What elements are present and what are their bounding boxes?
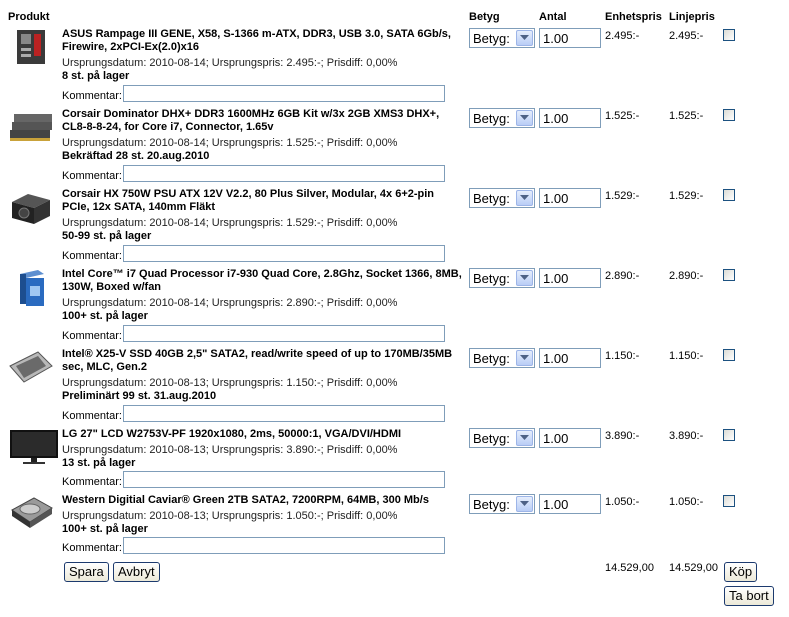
comment-label: Kommentar:: [62, 542, 122, 554]
product-name[interactable]: ASUS Rampage III GENE, X58, S-1366 m-ATX…: [62, 28, 462, 54]
comment-input[interactable]: [123, 245, 445, 262]
chevron-down-icon[interactable]: [516, 190, 533, 206]
comment-input[interactable]: [123, 165, 445, 182]
quantity-input[interactable]: [539, 108, 601, 128]
unit-price: 1.150:-: [605, 350, 640, 362]
rating-select[interactable]: Betyg:: [469, 428, 535, 448]
comment-label: Kommentar:: [62, 250, 122, 262]
comment-label: Kommentar:: [62, 476, 122, 488]
header-product: Produkt: [8, 11, 50, 23]
chevron-down-icon[interactable]: [516, 496, 533, 512]
product-name[interactable]: LG 27" LCD W2753V-PF 1920x1080, 2ms, 500…: [62, 428, 462, 441]
rating-select[interactable]: Betyg:: [469, 188, 535, 208]
ssd-thumbnail: [8, 348, 54, 388]
line-price: 2.890:-: [669, 270, 704, 282]
stock-status: 8 st. på lager: [62, 70, 130, 82]
product-meta: Ursprungsdatum: 2010-08-14; Ursprungspri…: [62, 217, 398, 229]
product-meta: Ursprungsdatum: 2010-08-14; Ursprungspri…: [62, 57, 398, 69]
product-meta: Ursprungsdatum: 2010-08-13; Ursprungspri…: [62, 377, 398, 389]
select-checkbox[interactable]: [723, 269, 735, 281]
chevron-down-icon[interactable]: [516, 350, 533, 366]
quantity-input[interactable]: [539, 188, 601, 208]
line-price: 1.050:-: [669, 496, 704, 508]
comment-input[interactable]: [123, 471, 445, 488]
product-name[interactable]: Corsair HX 750W PSU ATX 12V V2.2, 80 Plu…: [62, 188, 462, 214]
power-supply-thumbnail: [8, 188, 54, 228]
select-checkbox[interactable]: [723, 429, 735, 441]
select-checkbox[interactable]: [723, 349, 735, 361]
product-name[interactable]: Western Digitial Caviar® Green 2TB SATA2…: [62, 494, 462, 507]
total-line-price: 14.529,00: [669, 562, 718, 574]
line-price: 2.495:-: [669, 30, 704, 42]
stock-status: 50-99 st. på lager: [62, 230, 152, 242]
quantity-input[interactable]: [539, 428, 601, 448]
unit-price: 2.495:-: [605, 30, 640, 42]
header-rating: Betyg: [469, 11, 500, 23]
hard-drive-thumbnail: [8, 494, 54, 534]
select-checkbox[interactable]: [723, 189, 735, 201]
cancel-button[interactable]: Avbryt: [113, 562, 160, 582]
header-unit-price: Enhetspris: [605, 11, 662, 23]
quantity-input[interactable]: [539, 28, 601, 48]
product-name[interactable]: Corsair Dominator DHX+ DDR3 1600MHz 6GB …: [62, 108, 462, 134]
stock-status: 100+ st. på lager: [62, 523, 148, 535]
save-button[interactable]: Spara: [64, 562, 109, 582]
quantity-input[interactable]: [539, 348, 601, 368]
product-name[interactable]: Intel Core™ i7 Quad Processor i7-930 Qua…: [62, 268, 462, 294]
chevron-down-icon[interactable]: [516, 270, 533, 286]
unit-price: 3.890:-: [605, 430, 640, 442]
chevron-down-icon[interactable]: [516, 110, 533, 126]
unit-price: 1.050:-: [605, 496, 640, 508]
remove-button[interactable]: Ta bort: [724, 586, 774, 606]
motherboard-thumbnail: [8, 28, 54, 68]
rating-select[interactable]: Betyg:: [469, 494, 535, 514]
processor-box-thumbnail: [8, 268, 54, 308]
unit-price: 1.525:-: [605, 110, 640, 122]
monitor-thumbnail: [8, 428, 60, 468]
chevron-down-icon[interactable]: [516, 430, 533, 446]
unit-price: 1.529:-: [605, 190, 640, 202]
line-price: 1.525:-: [669, 110, 704, 122]
line-price: 1.150:-: [669, 350, 704, 362]
buy-button[interactable]: Köp: [724, 562, 758, 582]
rating-select[interactable]: Betyg:: [469, 108, 535, 128]
comment-label: Kommentar:: [62, 330, 122, 342]
quantity-input[interactable]: [539, 494, 601, 514]
product-meta: Ursprungsdatum: 2010-08-14; Ursprungspri…: [62, 297, 398, 309]
comment-label: Kommentar:: [62, 170, 122, 182]
rating-select[interactable]: Betyg:: [469, 28, 535, 48]
line-price: 3.890:-: [669, 430, 704, 442]
comment-input[interactable]: [123, 325, 445, 342]
stock-status: Preliminärt 99 st. 31.aug.2010: [62, 390, 217, 402]
product-meta: Ursprungsdatum: 2010-08-13; Ursprungspri…: [62, 510, 398, 522]
header-line-price: Linjepris: [669, 11, 715, 23]
header-quantity: Antal: [539, 11, 567, 23]
rating-select[interactable]: Betyg:: [469, 268, 535, 288]
quantity-input[interactable]: [539, 268, 601, 288]
memory-kit-thumbnail: [8, 108, 54, 148]
stock-status: Bekräftad 28 st. 20.aug.2010: [62, 150, 210, 162]
comment-label: Kommentar:: [62, 90, 122, 102]
stock-status: 13 st. på lager: [62, 457, 136, 469]
comment-input[interactable]: [123, 85, 445, 102]
product-meta: Ursprungsdatum: 2010-08-14; Ursprungspri…: [62, 137, 398, 149]
stock-status: 100+ st. på lager: [62, 310, 148, 322]
select-checkbox[interactable]: [723, 29, 735, 41]
comment-input[interactable]: [123, 537, 445, 554]
line-price: 1.529:-: [669, 190, 704, 202]
comment-input[interactable]: [123, 405, 445, 422]
unit-price: 2.890:-: [605, 270, 640, 282]
rating-select[interactable]: Betyg:: [469, 348, 535, 368]
select-checkbox[interactable]: [723, 495, 735, 507]
product-name[interactable]: Intel® X25-V SSD 40GB 2,5" SATA2, read/w…: [62, 348, 462, 374]
product-meta: Ursprungsdatum: 2010-08-13; Ursprungspri…: [62, 444, 398, 456]
select-checkbox[interactable]: [723, 109, 735, 121]
chevron-down-icon[interactable]: [516, 30, 533, 46]
comment-label: Kommentar:: [62, 410, 122, 422]
total-unit-price: 14.529,00: [605, 562, 654, 574]
